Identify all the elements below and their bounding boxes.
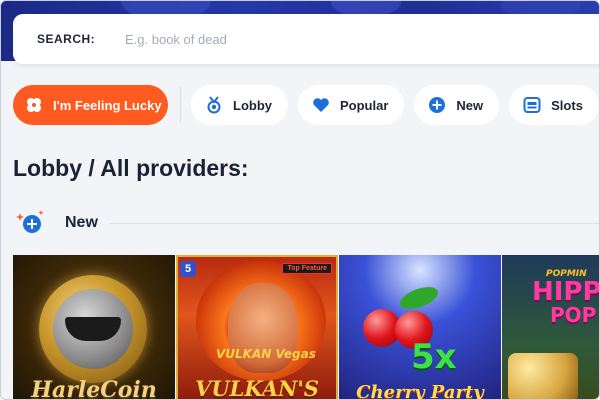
filter-lobby-label: Lobby — [233, 97, 272, 113]
section-divider — [109, 222, 599, 224]
filter-bar: I'm Feeling Lucky Lobby Popular New Slot… — [13, 85, 599, 125]
filter-slots-label: Slots — [551, 97, 583, 113]
filter-divider — [180, 87, 181, 123]
app-frame: SEARCH: I'm Feeling Lucky — [0, 0, 600, 400]
game-title: Cherry Party — [356, 382, 484, 400]
game-brand: VULKAN Vegas — [216, 347, 316, 361]
feeling-lucky-label: I'm Feeling Lucky — [53, 97, 162, 113]
game-badge: 5 — [180, 261, 196, 277]
plus-circle-icon — [428, 96, 446, 114]
game-multiplier: 5x — [411, 337, 457, 377]
new-sparkle-icon — [15, 207, 47, 239]
medal-icon — [205, 96, 223, 114]
heart-icon — [312, 96, 330, 114]
game-tag: Top Feature — [282, 263, 332, 274]
section-header-new: New — [15, 207, 599, 239]
search-label: SEARCH: — [37, 32, 96, 46]
filter-new[interactable]: New — [414, 85, 500, 125]
games-row: HarleCoin 5 Top Feature VULKAN Vegas VUL… — [13, 255, 599, 400]
slot-machine-icon — [523, 96, 541, 114]
game-art — [397, 282, 441, 314]
game-title-line2: POP — [550, 303, 597, 327]
filter-popular[interactable]: Popular — [298, 85, 405, 125]
game-art — [508, 353, 578, 399]
game-title: HarleCoin — [31, 377, 157, 400]
search-input[interactable] — [125, 31, 425, 47]
game-art — [39, 275, 147, 383]
page-title: Lobby / All providers: — [13, 155, 249, 181]
filter-slots[interactable]: Slots — [509, 85, 599, 125]
game-tile[interactable]: 5 Top Feature VULKAN Vegas VULKAN'S — [176, 255, 338, 400]
feeling-lucky-button[interactable]: I'm Feeling Lucky — [13, 85, 168, 125]
game-tile[interactable]: POPMIN HIPPO POP — [502, 255, 599, 399]
filter-new-label: New — [456, 97, 484, 113]
section-title: New — [65, 214, 98, 231]
filter-popular-label: Popular — [340, 97, 389, 113]
game-tile[interactable]: 5x Cherry Party — [339, 255, 501, 400]
clover-icon — [25, 96, 43, 114]
search-bar: SEARCH: — [13, 14, 599, 64]
game-title: VULKAN'S — [195, 376, 319, 400]
filter-lobby[interactable]: Lobby — [191, 85, 288, 125]
game-tile[interactable]: HarleCoin — [13, 255, 175, 400]
